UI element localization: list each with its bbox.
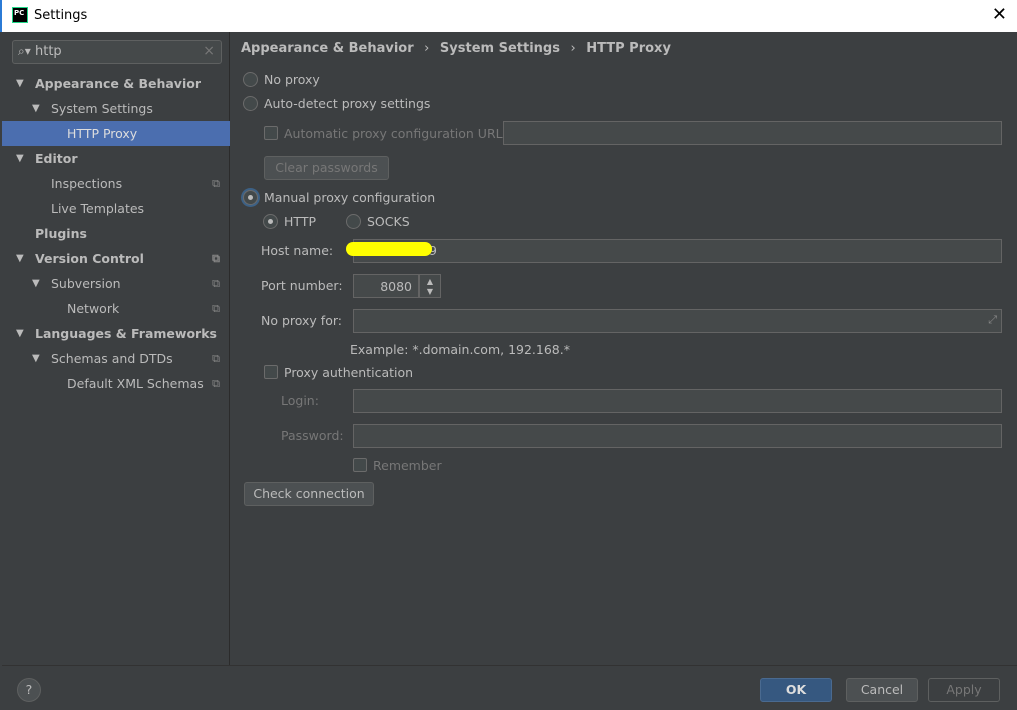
project-settings-icon: ⧉ bbox=[212, 377, 220, 390]
login-input[interactable] bbox=[353, 389, 1002, 413]
tree-label: Subversion bbox=[51, 276, 121, 291]
expand-arrow-icon[interactable]: ▼ bbox=[32, 96, 40, 121]
apply-button[interactable]: Apply bbox=[928, 678, 1000, 702]
tree-network[interactable]: Network ⧉ bbox=[2, 296, 230, 321]
tree-version-control[interactable]: ▼ Version Control ⧉ bbox=[2, 246, 230, 271]
proxy-auth-label: Proxy authentication bbox=[284, 365, 414, 380]
tree-label: Live Templates bbox=[51, 201, 145, 216]
tree-label: Editor bbox=[35, 151, 78, 166]
tree-subversion[interactable]: ▼ Subversion ⧉ bbox=[2, 271, 230, 296]
auto-detect-label: Auto-detect proxy settings bbox=[264, 96, 431, 111]
tree-label: Languages & Frameworks bbox=[35, 326, 217, 341]
password-label: Password: bbox=[281, 428, 344, 443]
proxy-auth-checkbox[interactable] bbox=[264, 365, 278, 379]
auto-url-checkbox[interactable] bbox=[264, 126, 278, 140]
project-settings-icon: ⧉ bbox=[212, 252, 220, 265]
no-proxy-for-label: No proxy for: bbox=[261, 313, 342, 328]
project-settings-icon: ⧉ bbox=[212, 352, 220, 365]
remember-label: Remember bbox=[373, 458, 442, 473]
expand-arrow-icon[interactable]: ▼ bbox=[16, 321, 24, 346]
tree-system-settings[interactable]: ▼ System Settings bbox=[2, 96, 230, 121]
help-button[interactable]: ? bbox=[17, 678, 41, 702]
tree-default-xml-schemas[interactable]: Default XML Schemas ⧉ bbox=[2, 371, 230, 396]
check-connection-button[interactable]: Check connection bbox=[244, 482, 374, 506]
dialog-footer: ? OK Cancel Apply bbox=[2, 665, 1017, 710]
tree-editor[interactable]: ▼ Editor bbox=[2, 146, 230, 171]
http-radio[interactable] bbox=[263, 214, 278, 229]
breadcrumb-item: System Settings bbox=[439, 41, 560, 56]
project-settings-icon: ⧉ bbox=[212, 302, 220, 315]
manual-proxy-label: Manual proxy configuration bbox=[264, 190, 436, 205]
search-input[interactable] bbox=[35, 44, 195, 59]
expand-arrow-icon[interactable]: ▼ bbox=[16, 71, 24, 96]
login-label: Login: bbox=[281, 393, 319, 408]
tree-appearance-behavior[interactable]: ▼ Appearance & Behavior bbox=[2, 71, 230, 96]
tree-label: Default XML Schemas bbox=[67, 376, 204, 391]
expand-arrow-icon[interactable]: ▼ bbox=[16, 146, 24, 171]
cancel-button[interactable]: Cancel bbox=[846, 678, 918, 702]
expand-arrow-icon[interactable]: ▼ bbox=[16, 246, 24, 271]
expand-icon[interactable]: ⤢ bbox=[988, 313, 997, 327]
no-proxy-for-input[interactable]: ⤢ bbox=[353, 309, 1002, 333]
port-number-input[interactable]: 8080 bbox=[353, 274, 419, 298]
tree-label: Schemas and DTDs bbox=[51, 351, 173, 366]
tree-inspections[interactable]: Inspections ⧉ bbox=[2, 171, 230, 196]
password-input[interactable] bbox=[353, 424, 1002, 448]
breadcrumb-item: Appearance & Behavior bbox=[241, 41, 414, 56]
title-bar: PC Settings ✕ bbox=[0, 0, 1017, 32]
settings-sidebar: ⌕▾ × ▼ Appearance & Behavior ▼ System Sett… bbox=[2, 32, 230, 665]
breadcrumb-separator: › bbox=[570, 41, 576, 56]
no-proxy-label: No proxy bbox=[264, 72, 320, 87]
tree-live-templates[interactable]: Live Templates bbox=[2, 196, 230, 221]
search-icon: ⌕▾ bbox=[18, 44, 31, 58]
tree-label: HTTP Proxy bbox=[67, 126, 138, 141]
tree-plugins[interactable]: Plugins bbox=[2, 221, 230, 246]
port-spinner[interactable]: ▲ ▼ bbox=[419, 274, 441, 298]
tree-label: Appearance & Behavior bbox=[35, 76, 201, 91]
tree-label: Inspections bbox=[51, 176, 123, 191]
socks-label: SOCKS bbox=[367, 214, 410, 229]
socks-radio[interactable] bbox=[346, 214, 361, 229]
expand-arrow-icon[interactable]: ▼ bbox=[32, 346, 40, 371]
tree-languages-frameworks[interactable]: ▼ Languages & Frameworks bbox=[2, 321, 230, 346]
manual-proxy-radio[interactable] bbox=[243, 190, 258, 205]
tree-label: Plugins bbox=[35, 226, 87, 241]
auto-url-input[interactable] bbox=[503, 121, 1002, 145]
clear-icon[interactable]: × bbox=[203, 43, 215, 59]
auto-url-label: Automatic proxy configuration URL: bbox=[284, 126, 507, 141]
remember-checkbox[interactable] bbox=[353, 458, 367, 472]
no-proxy-example: Example: *.domain.com, 192.168.* bbox=[350, 342, 570, 357]
tree-http-proxy[interactable]: HTTP Proxy bbox=[2, 121, 230, 146]
breadcrumb: Appearance & Behavior › System Settings … bbox=[241, 41, 671, 56]
redaction-mark bbox=[346, 242, 432, 256]
clear-passwords-button[interactable]: Clear passwords bbox=[264, 156, 389, 180]
port-number-label: Port number: bbox=[261, 278, 343, 293]
port-number-value: 8080 bbox=[380, 279, 412, 294]
project-settings-icon: ⧉ bbox=[212, 277, 220, 290]
tree-schemas-dtds[interactable]: ▼ Schemas and DTDs ⧉ bbox=[2, 346, 230, 371]
search-field[interactable]: ⌕▾ × bbox=[12, 40, 222, 64]
tree-label: Version Control bbox=[35, 251, 144, 266]
pycharm-logo: PC bbox=[12, 7, 28, 23]
host-name-input[interactable]: 9 bbox=[353, 239, 1002, 263]
close-icon[interactable]: ✕ bbox=[992, 4, 1007, 25]
expand-arrow-icon[interactable]: ▼ bbox=[32, 271, 40, 296]
no-proxy-radio[interactable] bbox=[243, 72, 258, 87]
breadcrumb-separator: › bbox=[424, 41, 430, 56]
host-name-label: Host name: bbox=[261, 243, 334, 258]
http-label: HTTP bbox=[284, 214, 316, 229]
auto-detect-radio[interactable] bbox=[243, 96, 258, 111]
project-settings-icon: ⧉ bbox=[212, 177, 220, 190]
tree-label: System Settings bbox=[51, 101, 153, 116]
breadcrumb-item: HTTP Proxy bbox=[586, 41, 671, 56]
ok-button[interactable]: OK bbox=[760, 678, 832, 702]
tree-label: Network bbox=[67, 301, 120, 316]
window-title: Settings bbox=[34, 8, 88, 23]
